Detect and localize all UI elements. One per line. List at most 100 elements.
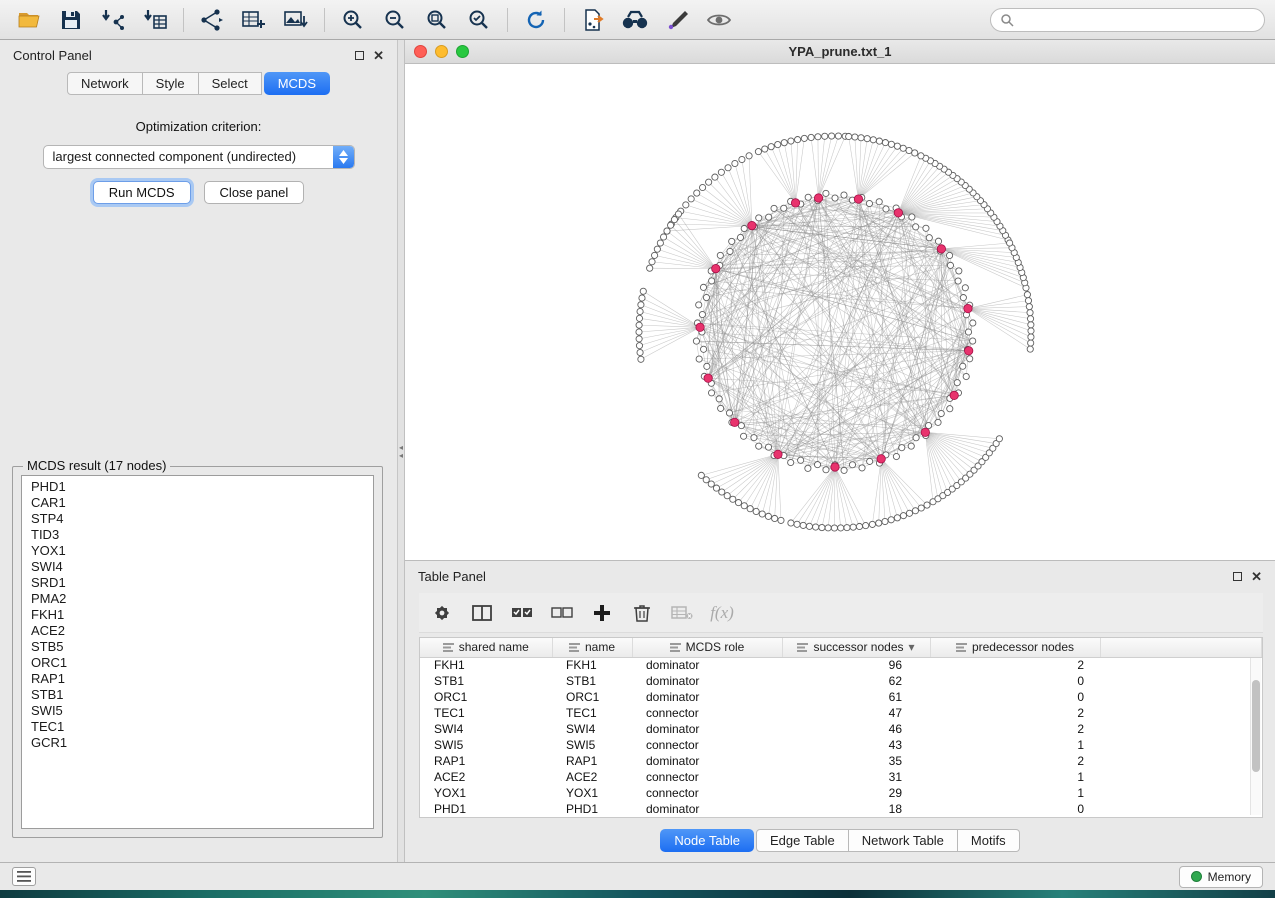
- run-mcds-button[interactable]: Run MCDS: [93, 181, 191, 204]
- table-scrollbar[interactable]: [1250, 658, 1261, 815]
- network-node[interactable]: [696, 302, 702, 308]
- show-hide-graphics-button[interactable]: [700, 5, 738, 35]
- network-node[interactable]: [781, 140, 787, 146]
- network-node[interactable]: [805, 194, 811, 200]
- network-from-selection-button[interactable]: [193, 5, 231, 35]
- mcds-result-item[interactable]: PHD1: [22, 479, 373, 495]
- network-node[interactable]: [699, 311, 705, 317]
- deselect-all-button[interactable]: [547, 599, 577, 627]
- network-node[interactable]: [683, 202, 689, 208]
- import-table-button[interactable]: [136, 5, 174, 35]
- mcds-hub-node[interactable]: [854, 195, 862, 203]
- close-panel-button[interactable]: Close panel: [204, 181, 305, 204]
- tab-node-table[interactable]: Node Table: [660, 829, 754, 852]
- collapse-left-icon[interactable]: ◂: [399, 444, 403, 451]
- column-header-name[interactable]: name: [552, 638, 632, 657]
- network-node[interactable]: [739, 156, 745, 162]
- panel-menu-button[interactable]: [12, 867, 36, 886]
- network-node[interactable]: [858, 135, 864, 141]
- mcds-hub-node[interactable]: [921, 428, 929, 436]
- network-node[interactable]: [956, 268, 962, 274]
- apply-style-button[interactable]: [658, 5, 696, 35]
- network-node[interactable]: [1027, 346, 1033, 352]
- network-node[interactable]: [996, 436, 1002, 442]
- network-node[interactable]: [741, 225, 747, 231]
- mcds-result-item[interactable]: FKH1: [22, 607, 373, 623]
- network-node[interactable]: [1028, 328, 1034, 334]
- network-node[interactable]: [908, 443, 914, 449]
- network-node[interactable]: [1027, 310, 1033, 316]
- network-node[interactable]: [712, 174, 718, 180]
- network-node[interactable]: [660, 234, 666, 240]
- save-session-button[interactable]: [52, 5, 90, 35]
- mcds-hub-node[interactable]: [730, 418, 738, 426]
- network-node[interactable]: [751, 435, 757, 441]
- network-node[interactable]: [657, 240, 663, 246]
- network-node[interactable]: [924, 502, 930, 508]
- mcds-hub-node[interactable]: [937, 245, 945, 253]
- network-node[interactable]: [732, 160, 738, 166]
- network-node[interactable]: [962, 285, 968, 291]
- table-row[interactable]: FKH1FKH1dominator962: [420, 657, 1262, 673]
- network-node[interactable]: [900, 513, 906, 519]
- table-row[interactable]: SWI4SWI4dominator462: [420, 721, 1262, 737]
- network-node[interactable]: [693, 338, 699, 344]
- mcds-result-item[interactable]: CAR1: [22, 495, 373, 511]
- mcds-hub-node[interactable]: [964, 347, 972, 355]
- network-node[interactable]: [866, 200, 872, 206]
- table-row[interactable]: SWI5SWI5connector431: [420, 737, 1262, 753]
- mcds-result-item[interactable]: SWI4: [22, 559, 373, 575]
- network-node[interactable]: [794, 521, 800, 527]
- network-canvas[interactable]: [405, 64, 1275, 560]
- network-node[interactable]: [1025, 297, 1031, 303]
- zoom-selected-button[interactable]: [460, 5, 498, 35]
- network-node[interactable]: [694, 190, 700, 196]
- network-node[interactable]: [647, 265, 653, 271]
- mcds-result-item[interactable]: STB1: [22, 687, 373, 703]
- network-node[interactable]: [955, 278, 961, 284]
- network-node[interactable]: [894, 515, 900, 521]
- network-node[interactable]: [704, 363, 710, 369]
- network-node[interactable]: [815, 134, 821, 140]
- minimize-window-icon[interactable]: [435, 45, 448, 58]
- network-node[interactable]: [771, 205, 777, 211]
- network-node[interactable]: [1027, 316, 1033, 322]
- network-node[interactable]: [913, 435, 919, 441]
- select-all-button[interactable]: [507, 599, 537, 627]
- network-node[interactable]: [637, 349, 643, 355]
- mcds-hub-node[interactable]: [791, 199, 799, 207]
- network-node[interactable]: [841, 192, 847, 198]
- network-node[interactable]: [850, 524, 856, 530]
- network-node[interactable]: [700, 284, 706, 290]
- maximize-window-icon[interactable]: [456, 45, 469, 58]
- network-node[interactable]: [651, 252, 657, 258]
- network-node[interactable]: [965, 329, 971, 335]
- network-node[interactable]: [938, 410, 944, 416]
- tab-edge-table[interactable]: Edge Table: [756, 829, 849, 852]
- mcds-result-item[interactable]: RAP1: [22, 671, 373, 687]
- network-node[interactable]: [883, 206, 889, 212]
- mcds-hub-node[interactable]: [712, 264, 720, 272]
- network-node[interactable]: [876, 199, 882, 205]
- scrollbar-thumb[interactable]: [1252, 680, 1260, 772]
- network-node[interactable]: [970, 338, 976, 344]
- network-node[interactable]: [856, 523, 862, 529]
- network-node[interactable]: [970, 320, 976, 326]
- export-image-button[interactable]: [277, 5, 315, 35]
- network-node[interactable]: [906, 510, 912, 516]
- network-node[interactable]: [960, 363, 966, 369]
- network-node[interactable]: [788, 520, 794, 526]
- network-node[interactable]: [675, 211, 681, 217]
- table-settings-button[interactable]: [427, 599, 457, 627]
- show-columns-button[interactable]: [467, 599, 497, 627]
- refresh-layout-button[interactable]: [517, 5, 555, 35]
- network-node[interactable]: [852, 134, 858, 140]
- network-node[interactable]: [1026, 304, 1032, 310]
- network-node[interactable]: [699, 184, 705, 190]
- network-node[interactable]: [735, 499, 741, 505]
- close-panel-icon[interactable]: ✕: [1251, 570, 1262, 583]
- network-node[interactable]: [708, 481, 714, 487]
- network-node[interactable]: [912, 508, 918, 514]
- network-node[interactable]: [870, 137, 876, 143]
- network-node[interactable]: [717, 252, 723, 258]
